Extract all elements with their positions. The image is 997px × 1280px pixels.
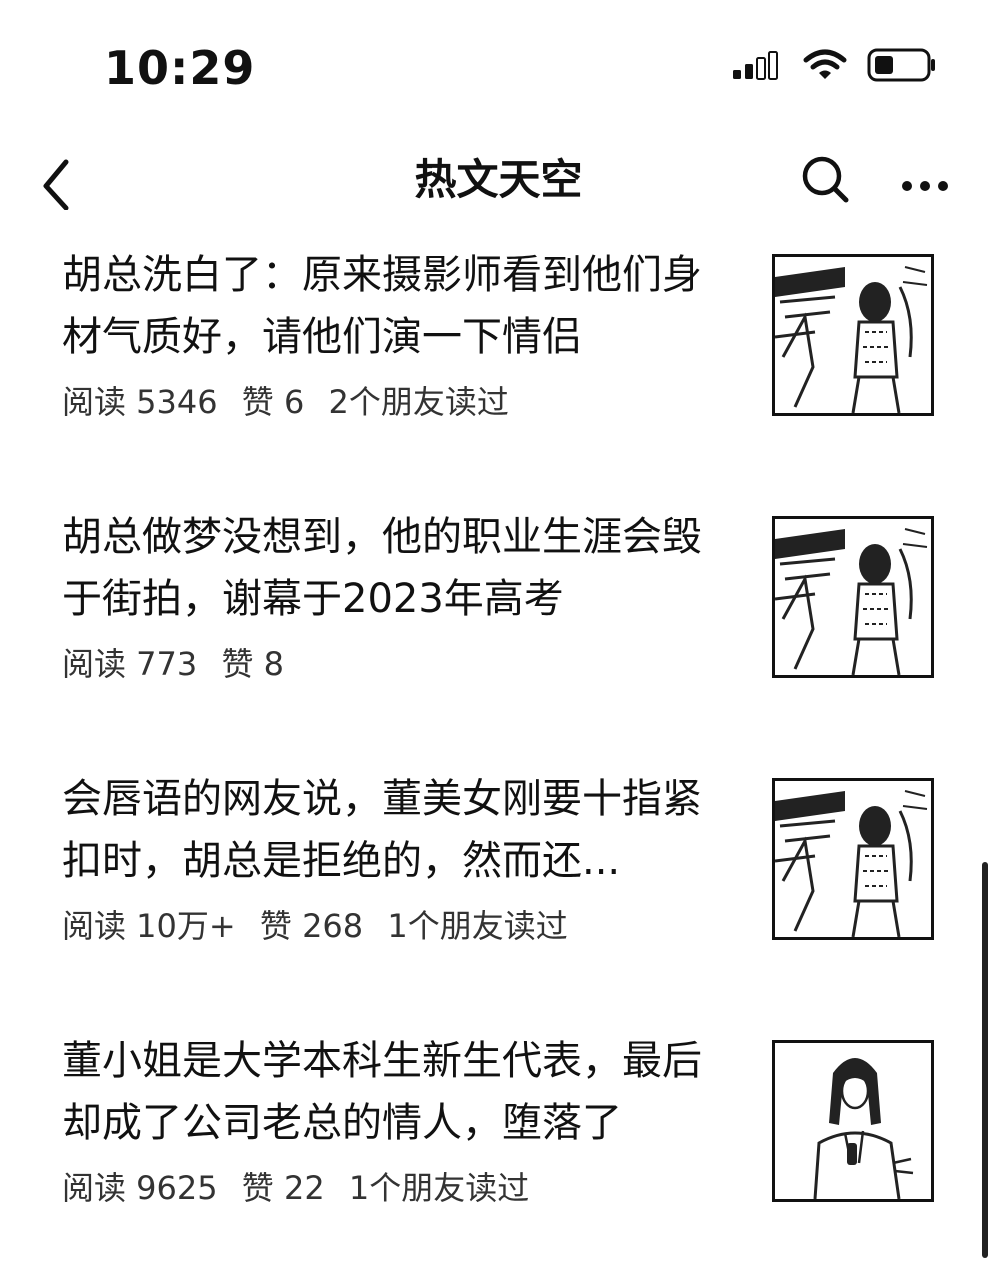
article-thumbnail — [772, 1040, 934, 1202]
scrollbar[interactable] — [982, 862, 988, 1258]
like-count: 赞 22 — [241, 1169, 325, 1207]
article-meta: 阅读 10万+ 赞 268 1个朋友读过 — [62, 904, 582, 948]
more-icon — [902, 181, 948, 191]
like-count: 赞 8 — [221, 645, 284, 683]
street-photo-thumbnail — [775, 519, 931, 675]
wifi-icon — [803, 49, 847, 79]
article-meta: 阅读 773 赞 8 — [62, 642, 312, 686]
article-title: 胡总洗白了：原来摄影师看到他们身材气质好，请他们演一下情侣 — [62, 252, 702, 360]
status-time: 10:29 — [104, 41, 256, 95]
friends-read: 1个朋友读过 — [348, 1169, 530, 1207]
friends-read: 2个朋友读过 — [328, 383, 509, 421]
nav-bar: 热文天空 — [0, 140, 997, 220]
read-count: 阅读 5346 — [62, 383, 218, 421]
street-photo-thumbnail — [775, 781, 931, 937]
battery-icon — [867, 48, 935, 82]
article-list: 胡总洗白了：原来摄影师看到他们身材气质好，请他们演一下情侣 阅读 5346 赞 … — [0, 230, 997, 1278]
speaker-portrait-thumbnail — [775, 1043, 931, 1199]
article-thumbnail — [772, 778, 934, 940]
article-thumbnail — [772, 254, 934, 416]
read-count: 阅读 9625 — [62, 1169, 218, 1207]
search-icon — [802, 156, 849, 203]
article-item[interactable]: 胡总洗白了：原来摄影师看到他们身材气质好，请他们演一下情侣 阅读 5346 赞 … — [0, 230, 997, 492]
friends-read: 1个朋友读过 — [387, 907, 568, 945]
article-meta: 阅读 5346 赞 6 2个朋友读过 — [62, 380, 523, 424]
article-title: 董小姐是大学本科生新生代表，最后却成了公司老总的情人，堕落了 — [62, 1038, 702, 1146]
article-item[interactable]: 胡总做梦没想到，他的职业生涯会毁于街拍，谢幕于2023年高考 阅读 773 赞 … — [0, 492, 997, 754]
article-thumbnail — [772, 516, 934, 678]
read-count: 阅读 773 — [62, 645, 198, 683]
like-count: 赞 6 — [241, 383, 305, 421]
status-bar: 10:29 — [0, 0, 997, 130]
more-button[interactable] — [893, 150, 957, 210]
status-icons — [731, 48, 937, 82]
article-item[interactable]: 董小姐是大学本科生新生代表，最后却成了公司老总的情人，堕落了 阅读 9625 赞… — [0, 1016, 997, 1278]
read-count: 阅读 10万+ — [62, 907, 236, 945]
article-meta: 阅读 9625 赞 22 1个朋友读过 — [62, 1166, 543, 1210]
article-item[interactable]: 会唇语的网友说，董美女刚要十指紧扣时，胡总是拒绝的，然而还... 阅读 10万+… — [0, 754, 997, 1016]
article-title: 会唇语的网友说，董美女刚要十指紧扣时，胡总是拒绝的，然而还... — [62, 776, 702, 884]
search-button[interactable] — [796, 150, 856, 210]
signal-icon — [733, 51, 778, 80]
like-count: 赞 268 — [259, 907, 364, 945]
article-title: 胡总做梦没想到，他的职业生涯会毁于街拍，谢幕于2023年高考 — [62, 514, 702, 622]
street-photo-thumbnail — [775, 257, 931, 413]
